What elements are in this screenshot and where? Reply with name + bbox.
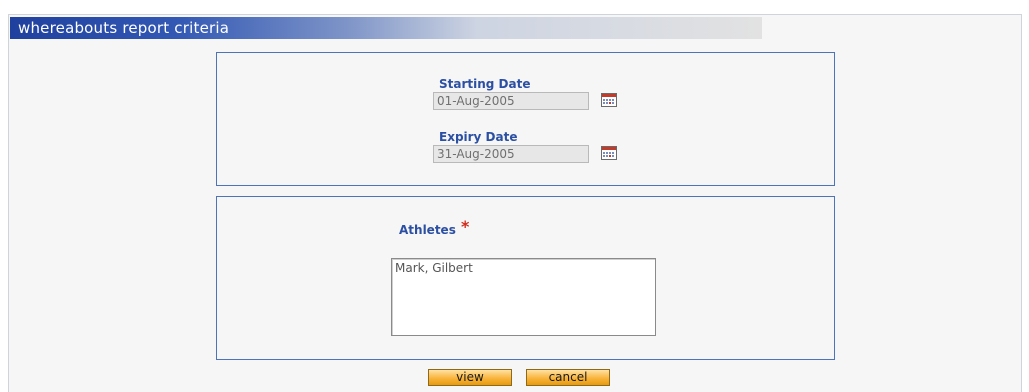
starting-date-input[interactable] xyxy=(433,92,589,110)
list-item[interactable]: Mark, Gilbert xyxy=(395,261,652,275)
expiry-date-input[interactable] xyxy=(433,145,589,163)
date-criteria-panel: Starting Date Expiry Date xyxy=(216,52,835,186)
expiry-date-label: Expiry Date xyxy=(439,130,518,144)
athletes-listbox[interactable]: Mark, Gilbert xyxy=(391,258,656,336)
view-button[interactable]: view xyxy=(428,369,512,386)
calendar-icon[interactable] xyxy=(601,93,617,107)
cancel-button[interactable]: cancel xyxy=(526,369,610,386)
athletes-panel: Athletes * Mark, Gilbert xyxy=(216,196,835,360)
title-bar: whereabouts report criteria xyxy=(10,17,762,39)
page-title: whereabouts report criteria xyxy=(18,19,230,37)
athletes-label: Athletes xyxy=(399,223,456,237)
starting-date-label: Starting Date xyxy=(439,77,531,91)
required-marker: * xyxy=(461,217,470,236)
calendar-icon[interactable] xyxy=(601,146,617,160)
